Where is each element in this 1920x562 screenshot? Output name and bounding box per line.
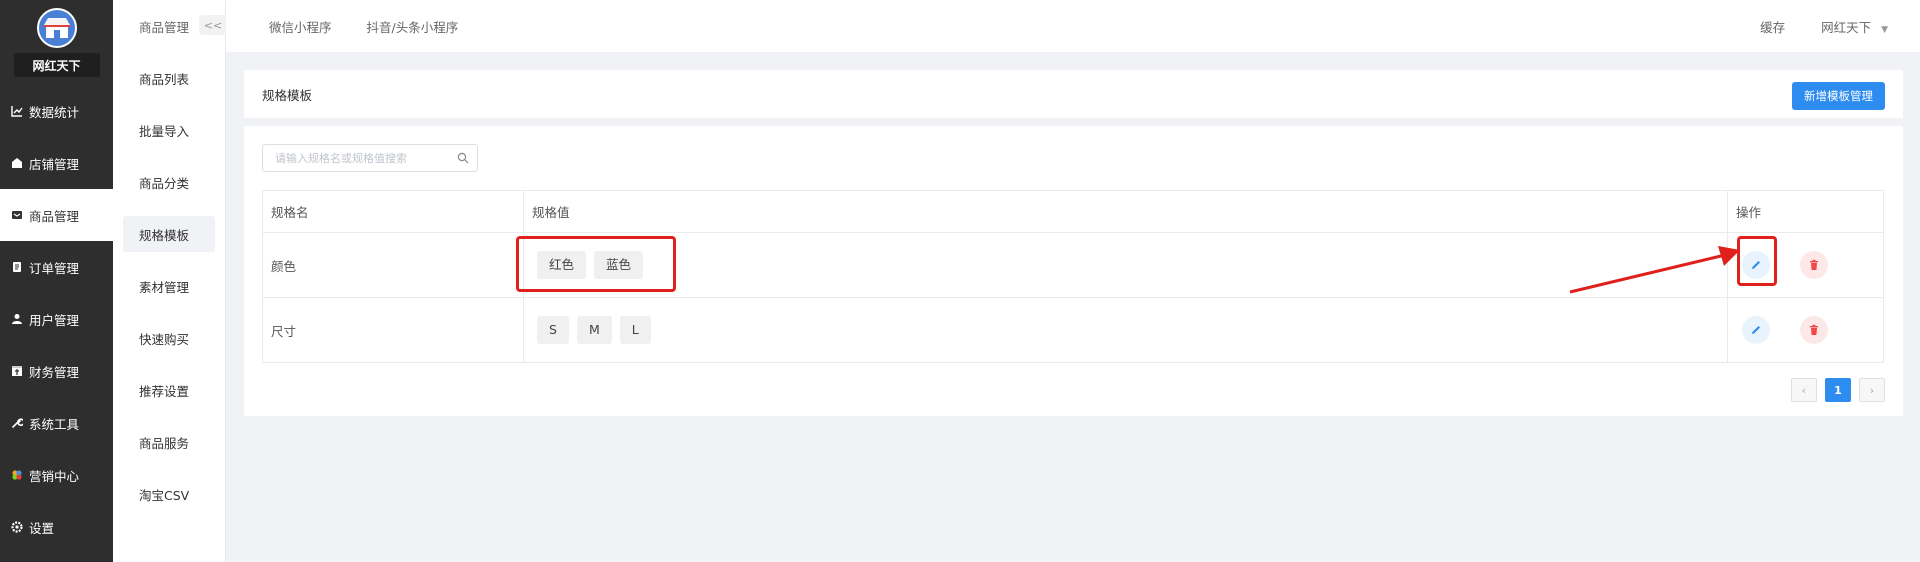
store-logo-icon [36, 8, 77, 48]
sidebar-item-label: 商品管理 [29, 208, 80, 224]
tab-wechat-miniprogram[interactable]: 微信小程序 [269, 17, 332, 36]
sidebar-item-label: 财务管理 [29, 364, 80, 380]
delete-button[interactable] [1799, 316, 1828, 344]
add-template-button[interactable]: 新增模板管理 [1792, 82, 1885, 110]
content-card: 请输入规格名或规格值搜索 规格名 规格值 操作 颜色 红色 蓝色 尺寸 S M … [244, 126, 1903, 416]
spec-values-cell: 红色 蓝色 [523, 232, 1728, 298]
edit-button[interactable] [1742, 316, 1770, 344]
sidebar-item-label: 订单管理 [29, 260, 80, 276]
sidebar-item-users[interactable]: 用户管理 [0, 293, 113, 345]
sub-menu: 商品管理 << 商品列表 批量导入 商品分类 规格模板 素材管理 快速购买 推荐… [113, 0, 227, 562]
search-icon[interactable] [457, 152, 469, 167]
page-header: 规格模板 新增模板管理 [244, 70, 1903, 118]
highlight-box-spec-values [516, 236, 676, 292]
finance-icon [10, 364, 24, 378]
user-icon [10, 312, 24, 326]
sidebar-item-finance[interactable]: 财务管理 [0, 345, 113, 397]
submenu-item-material[interactable]: 素材管理 [113, 260, 225, 312]
sidebar-item-settings[interactable]: 设置 [0, 501, 113, 553]
next-page-button[interactable]: › [1859, 378, 1885, 402]
sidebar-item-store[interactable]: 店铺管理 [0, 137, 113, 189]
top-right-actions: 缓存 网红天下 ▼ [1760, 17, 1920, 36]
submenu-title: 商品管理 [139, 19, 190, 35]
submenu-item-service[interactable]: 商品服务 [113, 416, 225, 468]
page-title: 规格模板 [262, 87, 313, 103]
spec-name-cell: 颜色 [262, 232, 524, 298]
sidebar-item-stats[interactable]: 数据统计 [0, 85, 113, 137]
store-icon [10, 156, 24, 170]
sidebar-item-label: 营销中心 [29, 468, 80, 484]
sidebar-item-label: 用户管理 [29, 312, 80, 328]
spec-table: 规格名 规格值 操作 颜色 红色 蓝色 尺寸 S M L [262, 190, 1884, 363]
sidebar-item-tools[interactable]: 系统工具 [0, 397, 113, 449]
sidebar-item-label: 设置 [29, 520, 55, 536]
chevron-down-icon: ▼ [1881, 24, 1888, 35]
page-number-button[interactable]: 1 [1825, 378, 1851, 402]
goods-icon [10, 208, 24, 222]
trash-icon [1809, 324, 1818, 335]
cache-link[interactable]: 缓存 [1760, 17, 1785, 36]
wrench-icon [10, 416, 24, 430]
pagination: ‹ 1 › [1783, 378, 1885, 402]
submenu-item-category[interactable]: 商品分类 [113, 156, 225, 208]
sidebar-item-label: 系统工具 [29, 416, 80, 432]
submenu-item-recommend[interactable]: 推荐设置 [113, 364, 225, 416]
spec-value-tag: S [537, 316, 569, 344]
chart-line-icon [10, 104, 24, 118]
search-placeholder: 请输入规格名或规格值搜索 [275, 152, 407, 165]
user-name: 网红天下 [1821, 19, 1872, 35]
highlight-box-edit-button [1737, 236, 1777, 286]
shop-name[interactable]: 网红天下 [13, 53, 100, 77]
header-actions: 操作 [1727, 190, 1884, 233]
logo-area: 网红天下 [0, 0, 113, 85]
main-sidebar: 网红天下 数据统计 店铺管理 商品管理 订单管理 用户管理 财务管理 系统工具 … [0, 0, 113, 562]
sidebar-item-marketing[interactable]: 营销中心 [0, 449, 113, 501]
pencil-icon [1752, 326, 1760, 334]
table-row: 尺寸 SML [262, 297, 1884, 363]
delete-button[interactable] [1799, 251, 1828, 279]
actions-cell [1727, 297, 1884, 363]
sidebar-item-orders[interactable]: 订单管理 [0, 241, 113, 293]
submenu-item-quick-buy[interactable]: 快速购买 [113, 312, 225, 364]
search-input[interactable]: 请输入规格名或规格值搜索 [262, 144, 478, 172]
submenu-item-spec-template[interactable]: 规格模板 [123, 216, 215, 252]
sidebar-item-goods[interactable]: 商品管理 [0, 189, 113, 241]
prev-page-button[interactable]: ‹ [1791, 378, 1817, 402]
spec-values-cell: SML [523, 297, 1728, 363]
spec-name-cell: 尺寸 [262, 297, 524, 363]
submenu-item-taobao-csv[interactable]: 淘宝CSV [113, 468, 225, 520]
submenu-item-goods-list[interactable]: 商品列表 [113, 52, 225, 104]
spec-value-tag: L [619, 316, 651, 344]
collapse-button[interactable]: << [199, 15, 227, 35]
submenu-item-batch-import[interactable]: 批量导入 [113, 104, 225, 156]
tab-douyin-miniprogram[interactable]: 抖音/头条小程序 [367, 17, 459, 36]
trash-icon [1809, 259, 1818, 270]
user-menu[interactable]: 网红天下 ▼ [1821, 17, 1888, 36]
submenu-header: 商品管理 << [113, 0, 227, 52]
spec-value-tag: M [576, 316, 612, 344]
top-bar: 微信小程序 抖音/头条小程序 缓存 网红天下 ▼ [226, 0, 1920, 52]
table-header-row: 规格名 规格值 操作 [262, 190, 1884, 233]
order-icon [10, 260, 24, 274]
header-spec-values: 规格值 [523, 190, 1728, 233]
table-row: 颜色 红色 蓝色 [262, 232, 1884, 298]
sidebar-item-label: 店铺管理 [29, 156, 80, 172]
gear-icon [10, 520, 24, 534]
marketing-icon [10, 468, 24, 482]
header-spec-name: 规格名 [262, 190, 524, 233]
sidebar-item-label: 数据统计 [29, 104, 80, 120]
